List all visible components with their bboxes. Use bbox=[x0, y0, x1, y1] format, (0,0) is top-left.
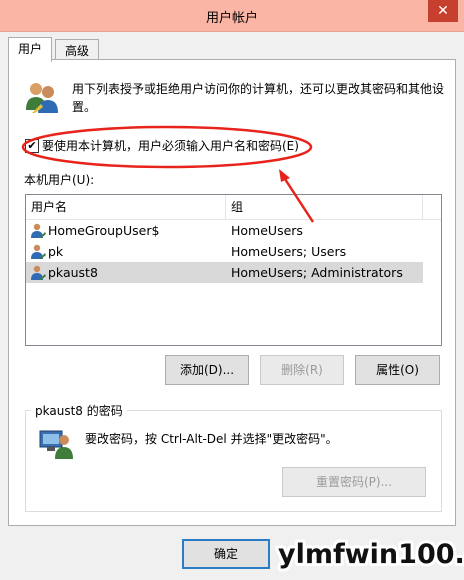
user-icon bbox=[31, 265, 46, 280]
ok-button[interactable]: 确定 bbox=[182, 539, 270, 569]
watermark-logo: ylmfwin100.com ylmfwin100.com bbox=[275, 536, 464, 573]
user-icon bbox=[31, 244, 46, 259]
column-group[interactable]: 组 bbox=[226, 195, 421, 219]
close-button[interactable]: ✕ bbox=[428, 0, 458, 22]
password-user-icon bbox=[38, 427, 74, 459]
user-group: HomeUsers bbox=[231, 223, 303, 238]
window-title: 用户帐户 bbox=[205, 11, 258, 26]
description-text: 用下列表授予或拒绝用户访问你的计算机，还可以更改其密码和其他设置。 bbox=[72, 82, 445, 114]
table-row-selected[interactable]: pkaust8 HomeUsers; Administrators bbox=[26, 262, 423, 283]
users-icon bbox=[23, 80, 61, 114]
require-login-checkbox[interactable]: ✔ 要使用本计算机，用户必须输入用户名和密码(E) bbox=[25, 137, 299, 154]
title-bar: 用户帐户 ✕ bbox=[0, 0, 464, 32]
close-icon: ✕ bbox=[437, 3, 449, 19]
table-row[interactable]: HomeGroupUser$ HomeUsers bbox=[26, 220, 441, 241]
user-group: HomeUsers; Administrators bbox=[231, 265, 403, 280]
password-instructions: 要改密码，按 Ctrl-Alt-Del 并选择"更改密码"。 bbox=[85, 432, 338, 446]
svg-text:ylmfwin100.com: ylmfwin100.com bbox=[278, 539, 464, 570]
user-name: pk bbox=[48, 244, 64, 259]
tab-users[interactable]: 用户 bbox=[8, 37, 53, 62]
user-icon bbox=[31, 223, 46, 238]
user-name: pkaust8 bbox=[48, 265, 98, 280]
reset-password-button[interactable]: 重置密码(P)... bbox=[282, 467, 426, 497]
password-group-title: pkaust8 的密码 bbox=[31, 402, 127, 419]
list-header: 用户名 组 bbox=[26, 195, 441, 220]
user-group: HomeUsers; Users bbox=[231, 244, 347, 259]
check-icon[interactable]: ✔ bbox=[25, 138, 39, 153]
table-row[interactable]: pk HomeUsers; Users bbox=[26, 241, 441, 262]
local-users-label: 本机用户(U): bbox=[24, 173, 95, 187]
require-login-label: 要使用本计算机，用户必须输入用户名和密码(E) bbox=[42, 139, 299, 153]
column-username[interactable]: 用户名 bbox=[26, 195, 221, 219]
add-button[interactable]: 添加(D)... bbox=[165, 355, 249, 385]
properties-button[interactable]: 属性(O) bbox=[355, 355, 440, 385]
user-name: HomeGroupUser$ bbox=[48, 223, 160, 238]
remove-button[interactable]: 删除(R) bbox=[260, 355, 344, 385]
users-list[interactable]: 用户名 组 HomeGroupUser$ HomeUsers pk HomeUs… bbox=[25, 194, 442, 346]
